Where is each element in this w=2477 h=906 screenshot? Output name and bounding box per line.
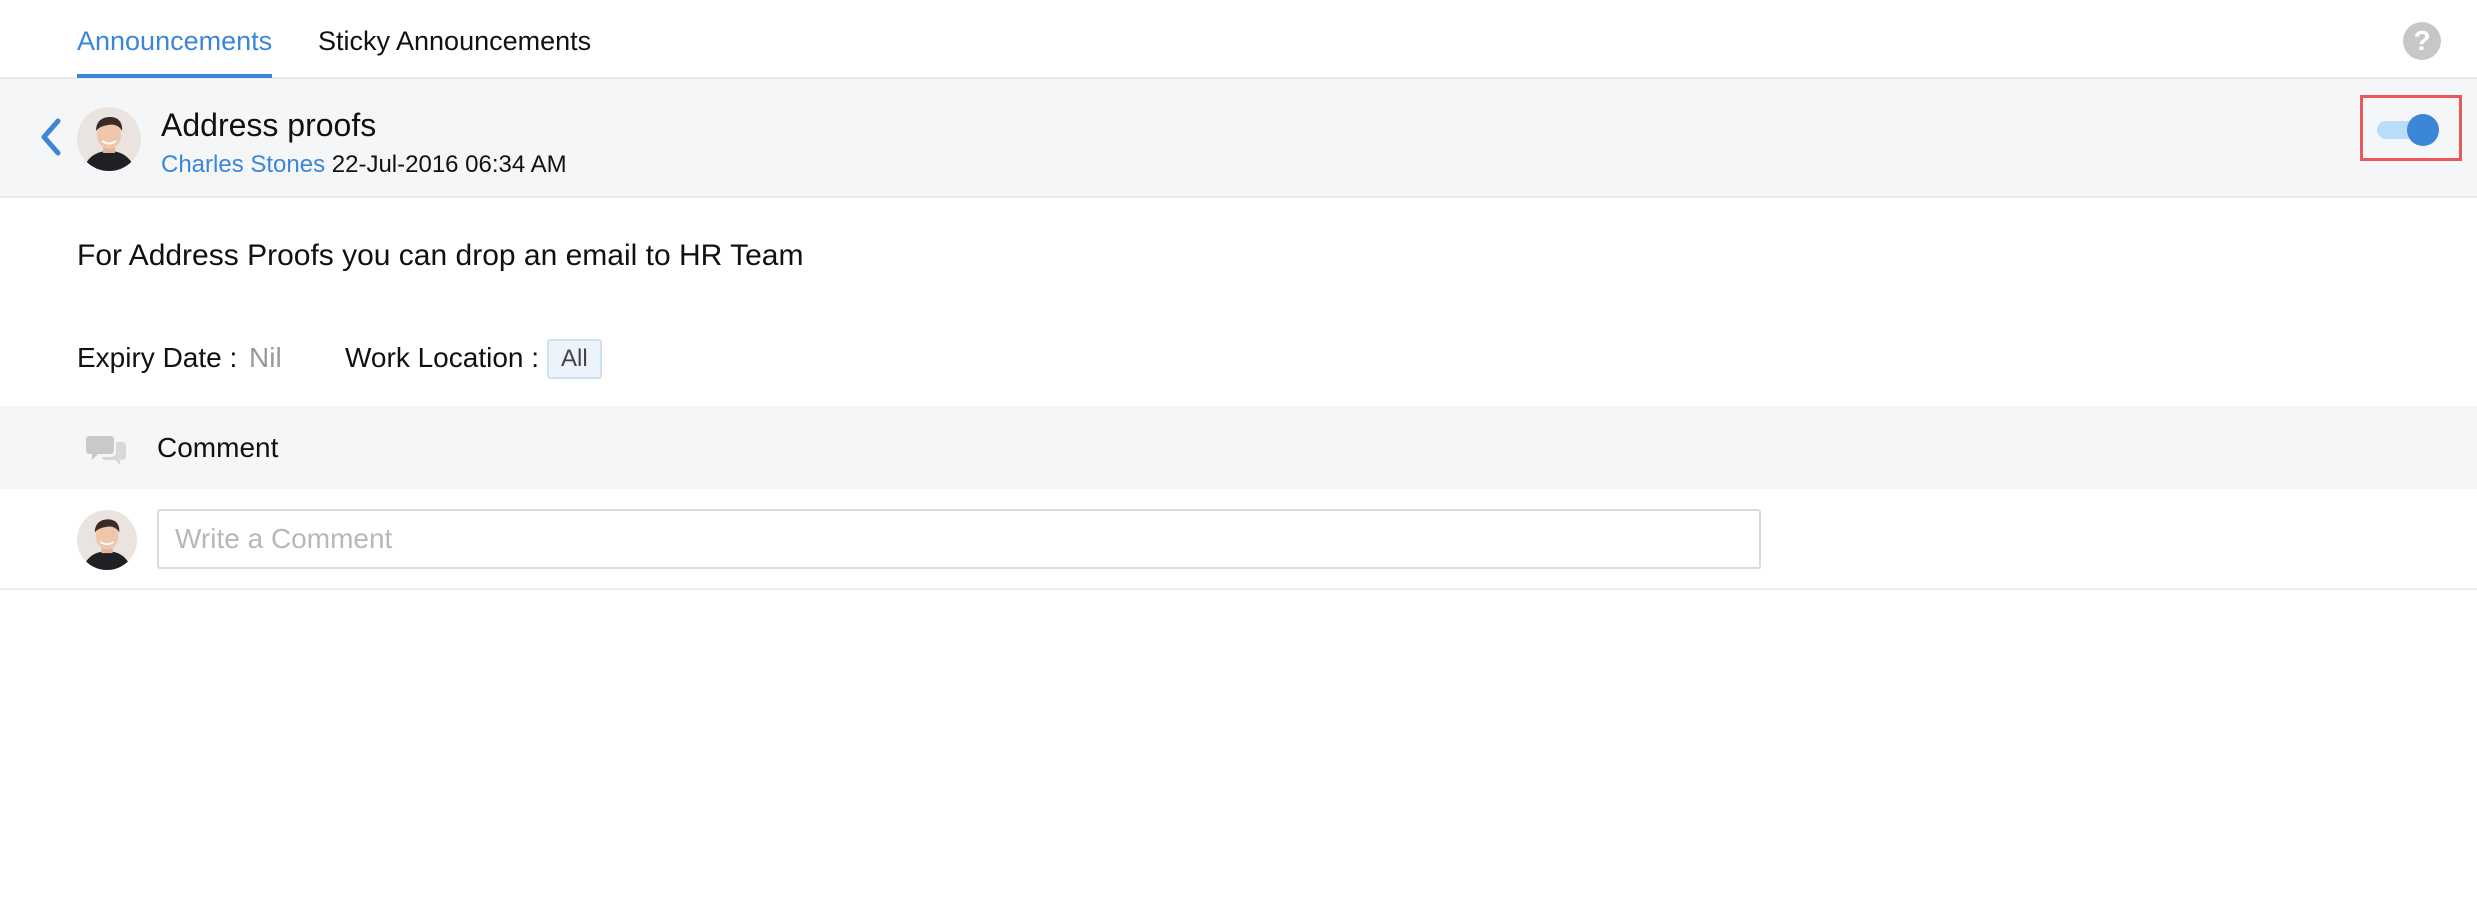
announcement-message: For Address Proofs you can drop an email… xyxy=(77,239,804,272)
announcement-meta: Charles Stones 22-Jul-2016 06:34 AM xyxy=(161,150,567,180)
comment-bubbles-icon xyxy=(86,436,126,465)
tab-announcements[interactable]: Announcements xyxy=(77,24,273,78)
announcement-header: Address proofs Charles Stones 22-Jul-201… xyxy=(0,79,2477,198)
toggle-knob xyxy=(2407,114,2439,146)
comment-section-label: Comment xyxy=(157,432,279,463)
comment-input[interactable] xyxy=(157,509,1761,569)
work-location-chip: All xyxy=(547,339,602,379)
sticky-toggle[interactable] xyxy=(2377,114,2443,146)
author-avatar xyxy=(77,107,141,171)
help-icon[interactable]: ? xyxy=(2403,22,2441,60)
sticky-toggle-highlight xyxy=(2360,95,2462,161)
author-link[interactable]: Charles Stones xyxy=(161,151,325,178)
tab-sticky-announcements[interactable]: Sticky Announcements xyxy=(318,24,591,58)
posted-datetime: 22-Jul-2016 06:34 AM xyxy=(331,151,567,178)
current-user-avatar xyxy=(77,510,137,570)
announcement-title: Address proofs xyxy=(161,107,377,143)
back-arrow-icon[interactable] xyxy=(36,115,64,159)
tab-bar: Announcements Sticky Announcements ? xyxy=(0,0,2477,79)
expiry-date-label: Expiry Date : xyxy=(77,342,238,373)
work-location-label: Work Location : xyxy=(345,342,540,373)
comment-section-header: Comment xyxy=(0,406,2477,489)
comment-compose-row xyxy=(0,489,2477,590)
expiry-date-value: Nil xyxy=(249,342,282,373)
